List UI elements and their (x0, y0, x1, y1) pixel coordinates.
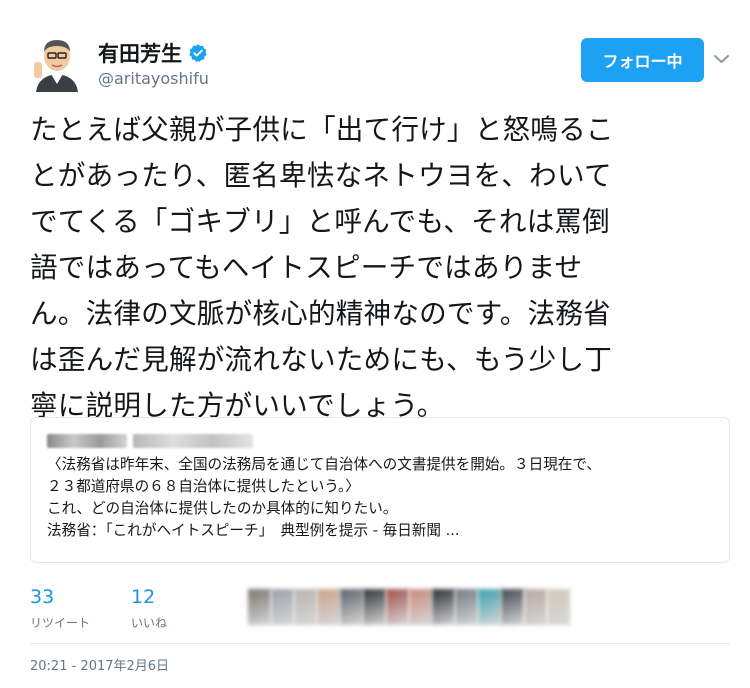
likes-stat[interactable]: 12 いいね (131, 586, 167, 631)
blurred-handle-block (133, 434, 253, 448)
likes-count: 12 (131, 586, 156, 608)
liker-avatar[interactable] (386, 589, 409, 625)
tweet-line: ん。法律の文脈が核心的精神なのです。法務省 (30, 297, 611, 330)
tweet-line: 語ではあってもヘイトスピーチではありませ (30, 251, 583, 284)
quote-line: 〈法務省は昨年末、全国の法務局を通じて自治体への文書提供を開始。３日現在で、 (47, 456, 601, 473)
tweet-line: とがあったり、匿名卑怯なネトウヨを、わいて (30, 159, 612, 192)
liker-avatar[interactable] (524, 589, 547, 625)
quoted-author-blurred (47, 432, 713, 450)
liker-avatar[interactable] (455, 589, 478, 625)
user-handle[interactable]: @aritayoshifu (98, 69, 209, 88)
likes-label: いいね (131, 616, 168, 630)
liker-avatars (248, 589, 573, 625)
liker-avatar[interactable] (409, 589, 432, 625)
tweet-timestamp[interactable]: 20:21 - 2017年2月6日 (30, 655, 169, 674)
tweet-line: でてくる「ゴキブリ」と呼んでも、それは罵倒 (30, 205, 611, 238)
blurred-name-block (47, 434, 127, 448)
retweets-stat[interactable]: 33 リツイート (30, 586, 90, 631)
liker-avatar[interactable] (501, 589, 524, 625)
verified-badge-icon (189, 44, 207, 62)
liker-avatar[interactable] (271, 589, 294, 625)
name-row: 有田芳生 (98, 38, 208, 68)
liker-avatar[interactable] (363, 589, 386, 625)
following-button[interactable]: フォロー中 (581, 38, 704, 82)
quote-line: ２３都道府県の６８自治体に提供したという。〉 (47, 478, 360, 495)
tweet-line: たとえば父親が子供に「出て行け」と怒鳴るこ (30, 113, 614, 146)
quote-line: これ、どの自治体に提供したのか具体的に知りたい。 (47, 500, 398, 517)
avatar-illustration (30, 32, 84, 92)
retweets-label: リツイート (30, 616, 91, 630)
tweet-line: は歪んだ見解が流れないためにも、もう少し丁 (30, 343, 613, 376)
divider (30, 643, 730, 644)
quote-line: 法務省：「これがヘイトスピーチ」 典型例を提示 - 毎日新聞 ... (47, 522, 460, 539)
display-name[interactable]: 有田芳生 (98, 38, 182, 68)
quoted-tweet[interactable]: 〈法務省は昨年末、全国の法務局を通じて自治体への文書提供を開始。３日現在で、 ２… (30, 417, 730, 563)
liker-avatar[interactable] (317, 589, 340, 625)
user-avatar[interactable] (30, 32, 84, 92)
liker-avatar[interactable] (478, 589, 501, 625)
liker-avatar[interactable] (248, 589, 271, 625)
liker-avatar[interactable] (340, 589, 363, 625)
tweet-text: たとえば父親が子供に「出て行け」と怒鳴るこ とがあったり、匿名卑怯なネトウヨを、… (30, 107, 730, 429)
tweet-stats: 33 リツイート 12 いいね (30, 580, 730, 635)
tweet-header: 有田芳生 @aritayoshifu フォロー中 (30, 32, 730, 92)
liker-avatar[interactable] (294, 589, 317, 625)
liker-avatar[interactable] (547, 589, 570, 625)
liker-avatar[interactable] (432, 589, 455, 625)
chevron-down-icon[interactable] (713, 52, 730, 66)
retweets-count: 33 (30, 586, 55, 608)
